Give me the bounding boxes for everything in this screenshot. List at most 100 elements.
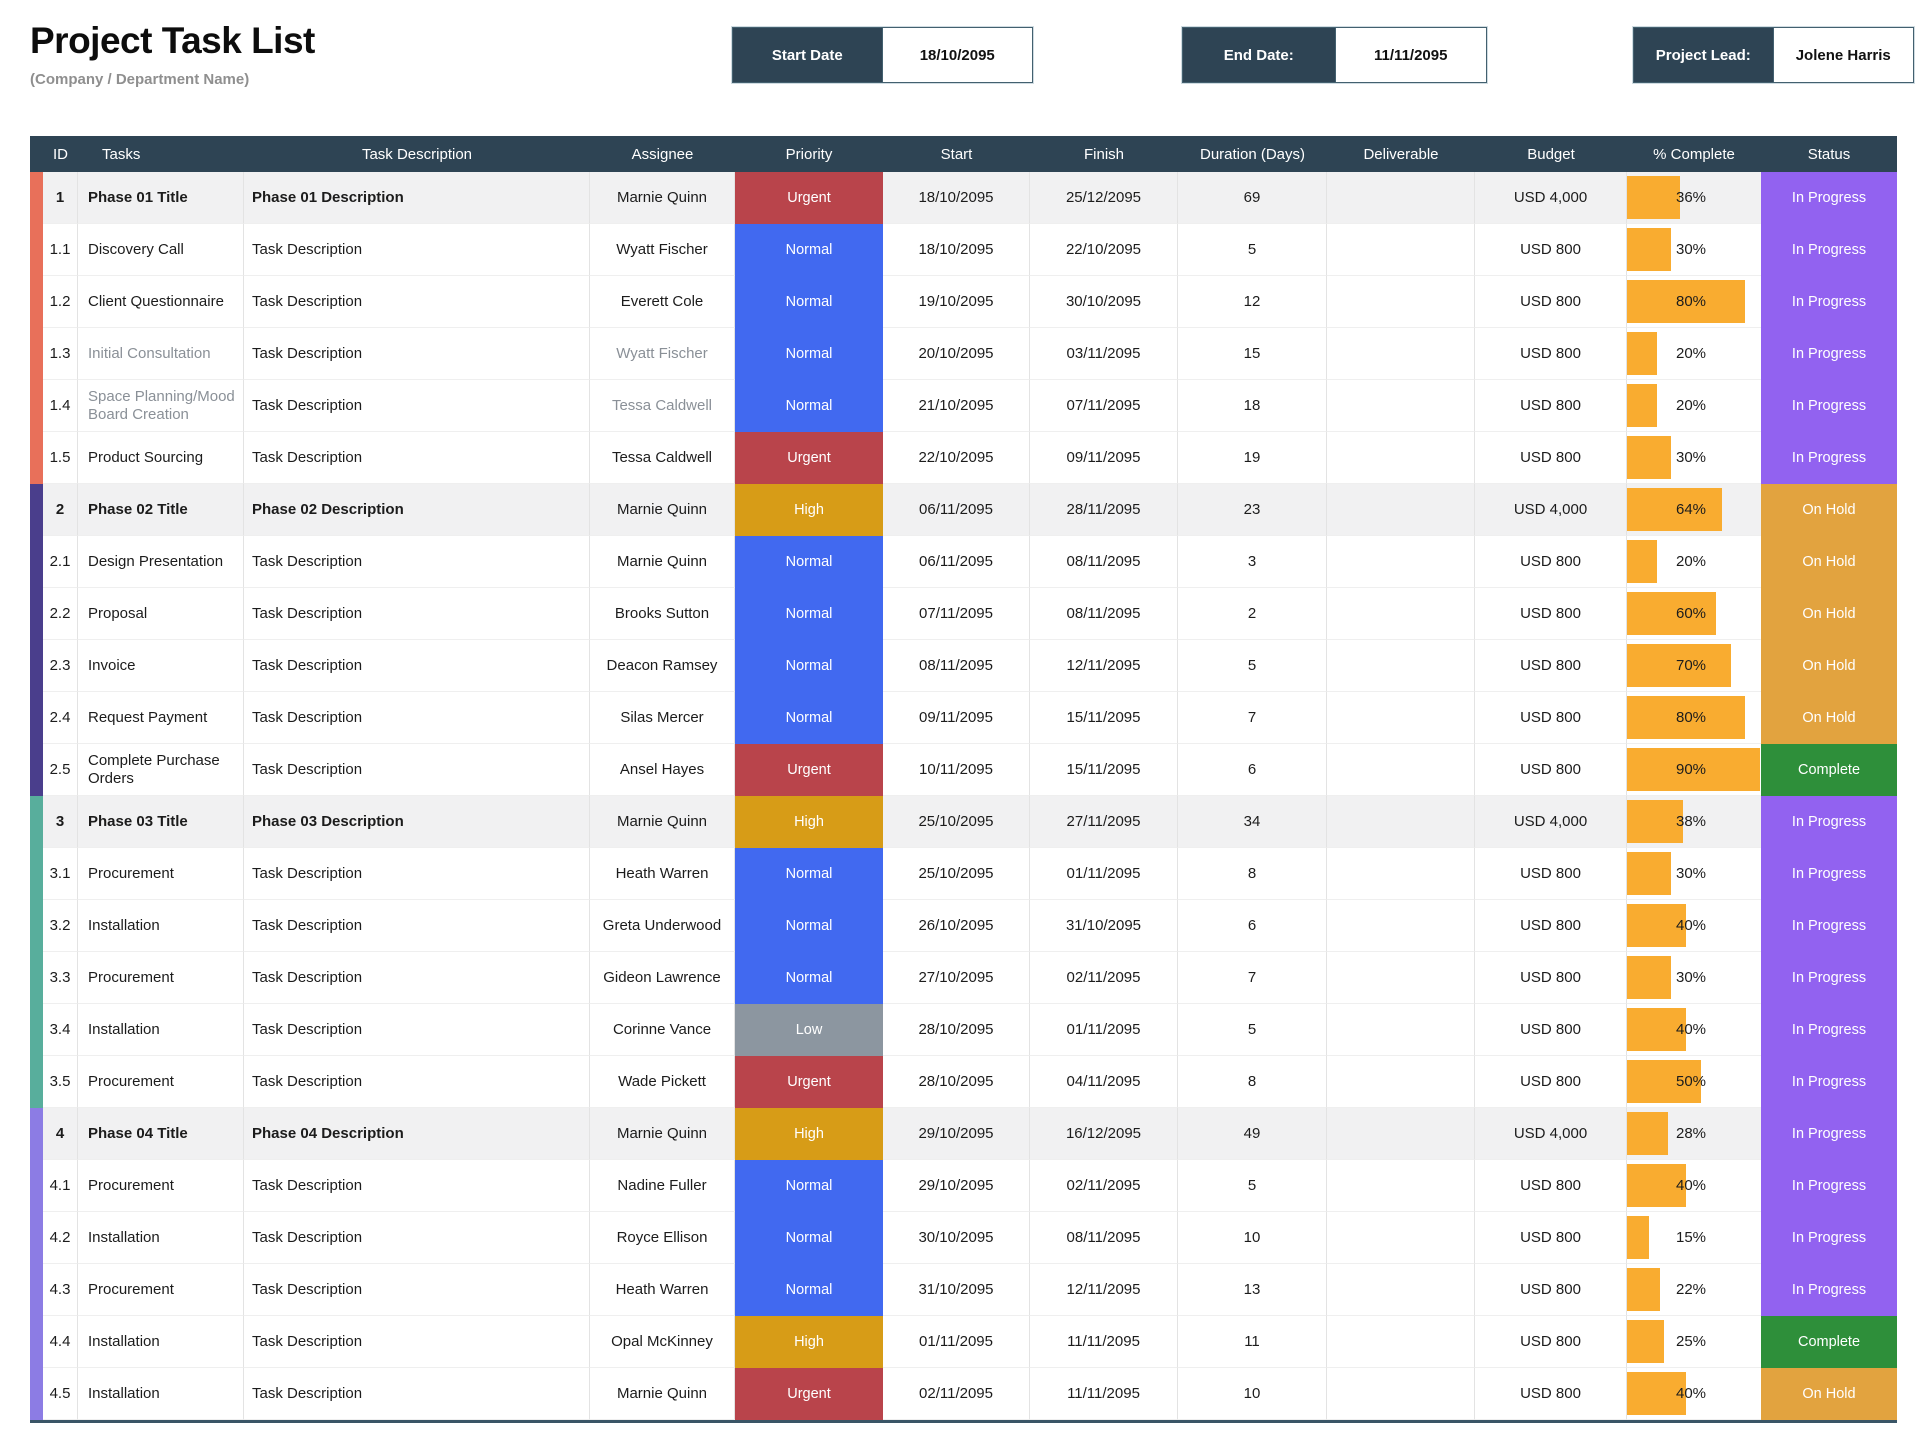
status-badge[interactable]: In Progress [1761, 276, 1897, 328]
cell-id[interactable]: 2.1 [43, 536, 78, 588]
cell-percent-complete[interactable]: 25% [1627, 1316, 1761, 1368]
cell-task-description[interactable]: Task Description [244, 1212, 590, 1264]
cell-start-date[interactable]: 29/10/2095 [883, 1160, 1030, 1212]
cell-deliverable[interactable] [1327, 1160, 1475, 1212]
cell-start-date[interactable]: 08/11/2095 [883, 640, 1030, 692]
cell-budget[interactable]: USD 800 [1475, 1160, 1627, 1212]
priority-badge[interactable]: Normal [735, 380, 883, 432]
cell-budget[interactable]: USD 800 [1475, 380, 1627, 432]
priority-badge[interactable]: Normal [735, 1264, 883, 1316]
priority-badge[interactable]: Normal [735, 276, 883, 328]
cell-finish-date[interactable]: 31/10/2095 [1030, 900, 1178, 952]
cell-assignee[interactable]: Marnie Quinn [590, 536, 735, 588]
cell-duration[interactable]: 6 [1178, 744, 1327, 796]
cell-task-name[interactable]: Initial Consultation [78, 328, 244, 380]
cell-id[interactable]: 2 [43, 484, 78, 536]
cell-percent-complete[interactable]: 28% [1627, 1108, 1761, 1160]
cell-budget[interactable]: USD 800 [1475, 432, 1627, 484]
cell-task-name[interactable]: Discovery Call [78, 224, 244, 276]
cell-assignee[interactable]: Marnie Quinn [590, 1368, 735, 1420]
cell-duration[interactable]: 11 [1178, 1316, 1327, 1368]
cell-percent-complete[interactable]: 40% [1627, 900, 1761, 952]
cell-assignee[interactable]: Royce Ellison [590, 1212, 735, 1264]
cell-task-description[interactable]: Task Description [244, 848, 590, 900]
cell-duration[interactable]: 19 [1178, 432, 1327, 484]
priority-badge[interactable]: High [735, 484, 883, 536]
cell-assignee[interactable]: Nadine Fuller [590, 1160, 735, 1212]
cell-deliverable[interactable] [1327, 536, 1475, 588]
cell-id[interactable]: 3.2 [43, 900, 78, 952]
cell-percent-complete[interactable]: 38% [1627, 796, 1761, 848]
cell-deliverable[interactable] [1327, 1004, 1475, 1056]
priority-badge[interactable]: High [735, 796, 883, 848]
end-date-value[interactable]: 11/11/2095 [1335, 28, 1487, 82]
cell-task-name[interactable]: Phase 02 Title [78, 484, 244, 536]
cell-start-date[interactable]: 27/10/2095 [883, 952, 1030, 1004]
priority-badge[interactable]: Urgent [735, 432, 883, 484]
column-header-tasks[interactable]: Tasks [78, 136, 244, 172]
cell-budget[interactable]: USD 800 [1475, 952, 1627, 1004]
cell-task-description[interactable]: Task Description [244, 328, 590, 380]
cell-task-name[interactable]: Phase 01 Title [78, 172, 244, 224]
cell-deliverable[interactable] [1327, 1108, 1475, 1160]
cell-start-date[interactable]: 02/11/2095 [883, 1368, 1030, 1420]
cell-start-date[interactable]: 01/11/2095 [883, 1316, 1030, 1368]
cell-finish-date[interactable]: 25/12/2095 [1030, 172, 1178, 224]
cell-finish-date[interactable]: 27/11/2095 [1030, 796, 1178, 848]
cell-deliverable[interactable] [1327, 1056, 1475, 1108]
cell-task-description[interactable]: Task Description [244, 744, 590, 796]
cell-finish-date[interactable]: 15/11/2095 [1030, 744, 1178, 796]
cell-finish-date[interactable]: 01/11/2095 [1030, 1004, 1178, 1056]
cell-task-name[interactable]: Procurement [78, 1056, 244, 1108]
cell-deliverable[interactable] [1327, 692, 1475, 744]
column-header-assignee[interactable]: Assignee [590, 136, 735, 172]
cell-assignee[interactable]: Opal McKinney [590, 1316, 735, 1368]
cell-assignee[interactable]: Wyatt Fischer [590, 328, 735, 380]
cell-deliverable[interactable] [1327, 484, 1475, 536]
status-badge[interactable]: Complete [1761, 1316, 1897, 1368]
cell-task-name[interactable]: Client Questionnaire [78, 276, 244, 328]
column-header-duration-days-[interactable]: Duration (Days) [1178, 136, 1327, 172]
status-badge[interactable]: In Progress [1761, 380, 1897, 432]
cell-start-date[interactable]: 20/10/2095 [883, 328, 1030, 380]
cell-id[interactable]: 4.1 [43, 1160, 78, 1212]
cell-percent-complete[interactable]: 20% [1627, 328, 1761, 380]
cell-task-description[interactable]: Task Description [244, 1004, 590, 1056]
cell-assignee[interactable]: Greta Underwood [590, 900, 735, 952]
cell-deliverable[interactable] [1327, 1264, 1475, 1316]
status-badge[interactable]: On Hold [1761, 1368, 1897, 1420]
cell-duration[interactable]: 12 [1178, 276, 1327, 328]
cell-task-name[interactable]: Procurement [78, 1264, 244, 1316]
cell-finish-date[interactable]: 12/11/2095 [1030, 640, 1178, 692]
cell-duration[interactable]: 5 [1178, 1160, 1327, 1212]
column-header-task-description[interactable]: Task Description [244, 136, 590, 172]
cell-deliverable[interactable] [1327, 1316, 1475, 1368]
cell-start-date[interactable]: 18/10/2095 [883, 172, 1030, 224]
status-badge[interactable]: In Progress [1761, 1004, 1897, 1056]
cell-finish-date[interactable]: 11/11/2095 [1030, 1368, 1178, 1420]
cell-task-name[interactable]: Procurement [78, 848, 244, 900]
cell-percent-complete[interactable]: 40% [1627, 1004, 1761, 1056]
cell-percent-complete[interactable]: 30% [1627, 224, 1761, 276]
priority-badge[interactable]: Normal [735, 224, 883, 276]
cell-task-description[interactable]: Task Description [244, 1160, 590, 1212]
cell-start-date[interactable]: 06/11/2095 [883, 536, 1030, 588]
cell-assignee[interactable]: Wyatt Fischer [590, 224, 735, 276]
cell-task-description[interactable]: Task Description [244, 692, 590, 744]
cell-start-date[interactable]: 06/11/2095 [883, 484, 1030, 536]
cell-finish-date[interactable]: 08/11/2095 [1030, 536, 1178, 588]
cell-budget[interactable]: USD 800 [1475, 692, 1627, 744]
column-header-deliverable[interactable]: Deliverable [1327, 136, 1475, 172]
cell-finish-date[interactable]: 09/11/2095 [1030, 432, 1178, 484]
cell-deliverable[interactable] [1327, 328, 1475, 380]
cell-task-description[interactable]: Task Description [244, 380, 590, 432]
cell-assignee[interactable]: Wade Pickett [590, 1056, 735, 1108]
cell-duration[interactable]: 2 [1178, 588, 1327, 640]
cell-duration[interactable]: 69 [1178, 172, 1327, 224]
column-header-status[interactable]: Status [1761, 136, 1897, 172]
priority-badge[interactable]: Urgent [735, 1056, 883, 1108]
cell-deliverable[interactable] [1327, 172, 1475, 224]
cell-id[interactable]: 1.4 [43, 380, 78, 432]
cell-budget[interactable]: USD 800 [1475, 1004, 1627, 1056]
status-badge[interactable]: In Progress [1761, 328, 1897, 380]
